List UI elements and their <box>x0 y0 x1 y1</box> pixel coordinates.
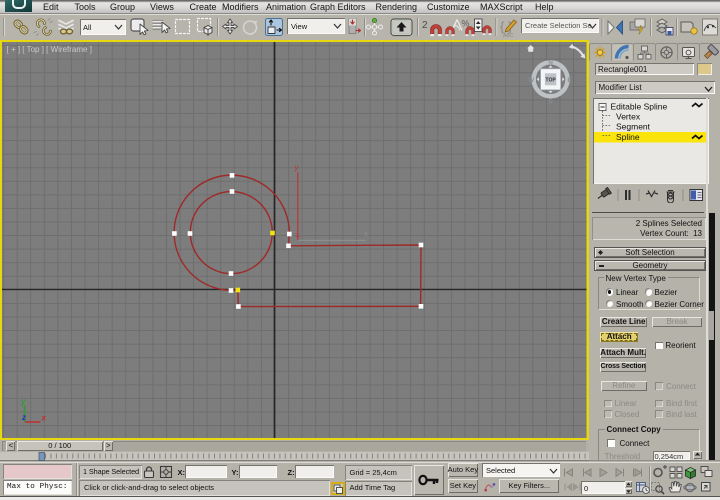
svg-text:ABC: ABC <box>503 33 514 39</box>
svg-text:x: x <box>41 414 47 423</box>
svg-text:[ + ] [ Top ] [ Wireframe ]: [ + ] [ Top ] [ Wireframe ] <box>7 45 92 54</box>
svg-text:S: S <box>548 98 553 105</box>
svg-text:Segment: Segment <box>616 122 651 132</box>
svg-text:y: y <box>20 397 26 406</box>
svg-text:{: { <box>500 19 505 34</box>
svg-text:W: W <box>528 77 535 84</box>
svg-text:TOP: TOP <box>545 77 556 83</box>
svg-text:Spline: Spline <box>616 132 640 142</box>
svg-text:z: z <box>21 413 26 422</box>
svg-text:Vertex: Vertex <box>616 112 641 122</box>
svg-text:Editable Spline: Editable Spline <box>611 102 668 112</box>
svg-text:2: 2 <box>422 20 428 31</box>
svg-text:E: E <box>567 77 572 84</box>
